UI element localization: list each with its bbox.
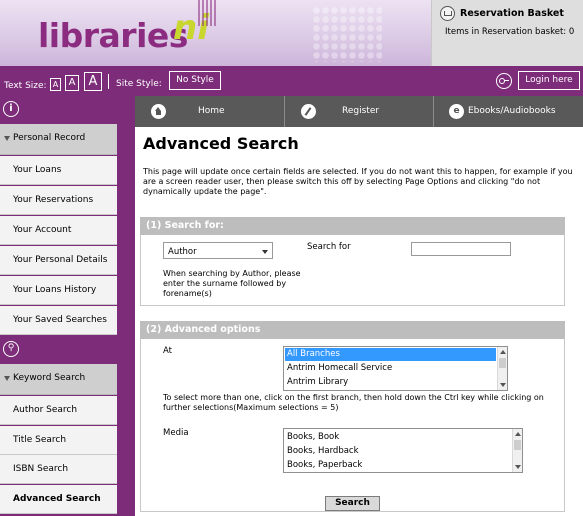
search-for-panel: Author Search for When searching by Auth…	[140, 235, 565, 306]
sidebar-item-your-saved-searches[interactable]: Your Saved Searches	[0, 306, 117, 335]
sidebar-header-label: Personal Record	[13, 133, 86, 143]
media-option[interactable]: Books, Hardback	[285, 445, 510, 458]
site-style-button[interactable]: No Style	[169, 71, 221, 90]
sidebar-item-label: Author Search	[13, 405, 78, 415]
sidebar-item-advanced-search[interactable]: Advanced Search	[0, 485, 117, 514]
info-icon: i	[3, 101, 19, 117]
basket-items-count: Items in Reservation basket: 0	[445, 27, 575, 37]
media-option[interactable]: Books, Book	[285, 431, 510, 444]
media-label: Media	[163, 428, 189, 438]
sidebar-item-label: Your Loans	[13, 165, 62, 175]
scroll-down-icon	[500, 383, 506, 387]
sidebar-item-label: Title Search	[13, 435, 67, 445]
basket-icon	[440, 6, 455, 21]
sidebar-header-personal-record[interactable]: Personal Record	[0, 124, 117, 155]
author-search-help: When searching by Author, please enter t…	[163, 269, 301, 298]
branch-scrollbar[interactable]	[497, 347, 507, 390]
branch-option[interactable]: Antrim Library	[285, 376, 496, 389]
sidebar-item-label: Advanced Search	[13, 494, 101, 504]
chevron-down-icon	[4, 136, 10, 141]
tab-home[interactable]: Home	[135, 96, 285, 127]
search-button[interactable]: Search	[325, 496, 380, 511]
advanced-options-panel: At All Branches Antrim Homecall Service …	[140, 339, 565, 512]
text-size-medium-button[interactable]: A	[65, 75, 79, 91]
sidebar-item-label: Your Personal Details	[13, 255, 108, 265]
site-header: libraries ni Reservation Basket Items in…	[0, 0, 583, 66]
tab-label: Register	[342, 106, 380, 116]
search-for-label: Search for	[307, 242, 351, 252]
media-listbox[interactable]: Books, Book Books, Hardback Books, Paper…	[283, 428, 523, 473]
sidebar-item-label: Your Loans History	[13, 285, 97, 295]
search-field-value: Author	[168, 247, 197, 257]
multi-select-help: To select more than one, click on the fi…	[163, 393, 544, 412]
search-for-heading: (1) Search for:	[140, 217, 565, 235]
libraries-logo[interactable]: libraries	[38, 16, 188, 55]
media-option[interactable]: Books, Paperback	[285, 459, 510, 472]
tab-ebooks-audiobooks[interactable]: e Ebooks/Audiobooks	[434, 96, 583, 127]
scroll-down-icon	[515, 465, 521, 469]
scroll-up-icon	[500, 350, 506, 354]
ebook-icon: e	[449, 104, 464, 119]
sidebar-item-label: Your Reservations	[13, 195, 94, 205]
sidebar-item-your-account[interactable]: Your Account	[0, 216, 117, 245]
text-size-small-button[interactable]: A	[50, 78, 61, 91]
branch-option[interactable]: All Branches	[285, 348, 496, 361]
pencil-icon	[301, 104, 316, 119]
sidebar-header-label: Keyword Search	[13, 373, 86, 383]
sidebar-item-label: Your Account	[13, 225, 72, 235]
chevron-down-icon	[4, 376, 10, 381]
sidebar-item-your-reservations[interactable]: Your Reservations	[0, 186, 117, 215]
login-button[interactable]: Login here	[518, 71, 580, 90]
decorative-dot-pattern	[312, 6, 382, 62]
home-icon	[151, 104, 166, 119]
basket-title[interactable]: Reservation Basket	[460, 8, 564, 19]
at-label: At	[163, 346, 172, 356]
sidebar-item-your-loans-history[interactable]: Your Loans History	[0, 276, 117, 305]
page-title: Advanced Search	[143, 134, 299, 153]
sidebar-item-isbn-search[interactable]: ISBN Search	[0, 455, 117, 484]
toolbar-divider	[108, 74, 109, 89]
site-style-label: Site Style:	[116, 79, 162, 89]
sidebar: i Personal Record Your Loans Your Reserv…	[0, 96, 135, 516]
tab-label: Ebooks/Audiobooks	[468, 106, 556, 116]
text-size-label: Text Size:	[4, 81, 47, 91]
media-scrollbar[interactable]	[512, 429, 522, 472]
top-navigation: Home Register e Ebooks/Audiobooks	[135, 96, 583, 127]
search-field-select[interactable]: Author	[163, 242, 273, 259]
branch-listbox[interactable]: All Branches Antrim Homecall Service Ant…	[283, 346, 508, 391]
branch-option[interactable]: Antrim Homecall Service	[285, 362, 496, 375]
scroll-up-icon	[515, 432, 521, 436]
sidebar-item-your-loans[interactable]: Your Loans	[0, 156, 117, 185]
tab-register[interactable]: Register	[285, 96, 434, 127]
main-content: Advanced Search This page will update on…	[135, 127, 583, 516]
sidebar-item-label: Your Saved Searches	[13, 315, 107, 325]
sidebar-item-author-search[interactable]: Author Search	[0, 396, 117, 425]
scroll-thumb[interactable]	[499, 358, 506, 368]
sidebar-item-title-search[interactable]: Title Search	[0, 426, 117, 455]
search-for-input[interactable]	[411, 242, 511, 256]
reservation-basket[interactable]: Reservation Basket Items in Reservation …	[431, 0, 583, 66]
text-size-large-button[interactable]: A	[84, 72, 102, 91]
chevron-down-icon	[262, 250, 268, 254]
accessibility-toolbar: Text Size: A A A Site Style: No Style Lo…	[0, 66, 583, 96]
sidebar-item-label: ISBN Search	[13, 464, 69, 474]
tab-label: Home	[198, 106, 225, 116]
advanced-options-heading: (2) Advanced options	[140, 321, 565, 339]
logo-graphic-icon	[198, 0, 218, 26]
scroll-thumb[interactable]	[514, 440, 521, 450]
search-icon: ⚲	[3, 341, 19, 357]
key-icon	[496, 73, 512, 89]
page-intro-text: This page will update once certain field…	[143, 167, 573, 196]
sidebar-item-your-personal-details[interactable]: Your Personal Details	[0, 246, 117, 275]
sidebar-header-keyword-search[interactable]: Keyword Search	[0, 364, 117, 395]
